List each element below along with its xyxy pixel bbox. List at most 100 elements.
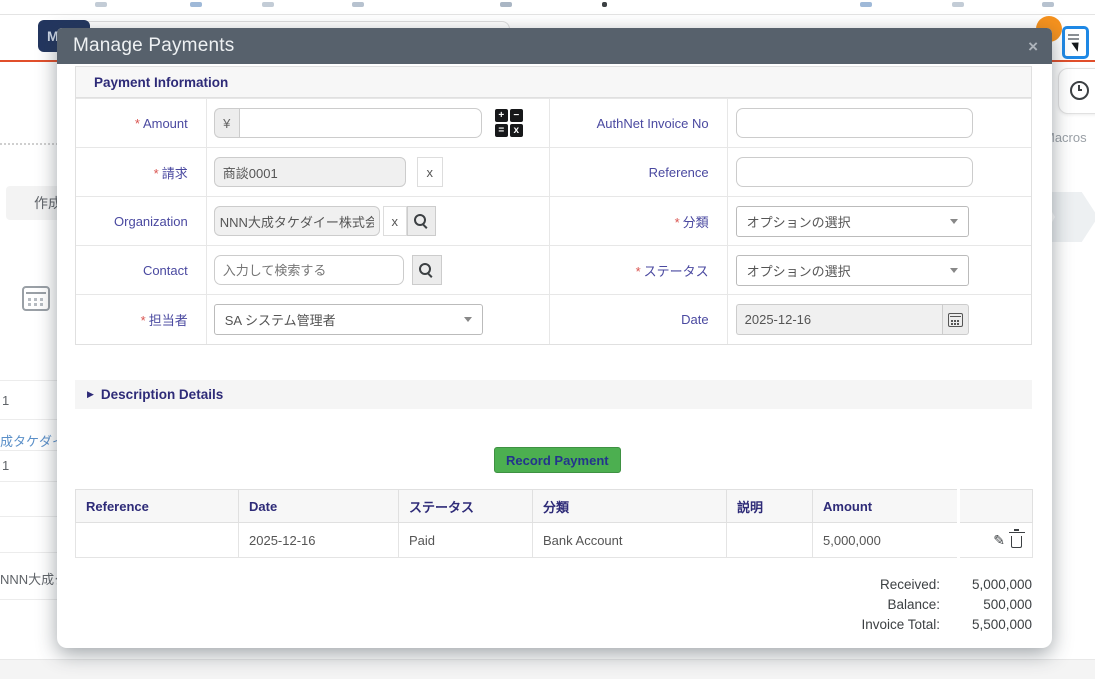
category-selected-value: オプションの選択: [747, 212, 851, 231]
cropped-toolbar-icon: [952, 2, 964, 7]
amount-label: Amount: [143, 116, 188, 131]
status-select[interactable]: オプションの選択: [736, 255, 969, 286]
form-row: Organization x *分類 オプションの選択: [76, 196, 1031, 245]
reference-label: Reference: [649, 165, 709, 180]
list-divider: [0, 481, 57, 482]
date-label-cell: Date: [549, 295, 727, 344]
invoice-label: 請求: [162, 166, 188, 181]
date-input[interactable]: [736, 304, 942, 335]
invoice-label-cell: *請求: [76, 148, 206, 196]
cropped-toolbar-icon: [352, 2, 364, 7]
col-status: ステータス: [399, 490, 533, 523]
list-divider: [0, 516, 57, 517]
required-marker: *: [135, 116, 140, 131]
cell-category: Bank Account: [533, 523, 727, 558]
invoice-clear-button[interactable]: x: [417, 157, 443, 187]
category-label: 分類: [683, 215, 709, 230]
required-marker: *: [675, 215, 680, 230]
organization-value-input[interactable]: [214, 206, 380, 236]
status-label: ステータス: [644, 264, 709, 279]
authnet-label: AuthNet Invoice No: [597, 116, 709, 131]
received-label: Received:: [880, 577, 940, 592]
list-divider: [0, 599, 57, 600]
list-divider: [0, 450, 57, 451]
category-select[interactable]: オプションの選択: [736, 206, 969, 237]
status-label-cell: *ステータス: [549, 246, 727, 294]
record-payment-button[interactable]: Record Payment: [494, 447, 621, 473]
calc-multiply: x: [510, 124, 523, 137]
payment-information-header: Payment Information: [76, 67, 1031, 98]
contact-field-cell: [206, 246, 549, 294]
invoice-value-input[interactable]: [214, 157, 406, 187]
cell-status: Paid: [399, 523, 533, 558]
sidebar-count: 1: [2, 393, 9, 408]
contact-search-input[interactable]: [214, 255, 404, 285]
col-category: 分類: [533, 490, 727, 523]
required-marker: *: [141, 313, 146, 328]
amount-label-cell: *Amount: [76, 99, 206, 147]
received-value: 5,000,000: [940, 577, 1032, 592]
sidebar-count: 1: [2, 458, 9, 473]
currency-symbol: ¥: [214, 108, 239, 138]
reference-input[interactable]: [736, 157, 973, 187]
form-row: *Amount ¥ + − = x AuthNet Invoice No: [76, 98, 1031, 147]
invoice-total-row: Invoice Total: 5,500,000: [732, 614, 1032, 634]
payments-table-header-row: Reference Date ステータス 分類 説明 Amount: [76, 490, 1033, 523]
invoice-field-cell: x: [206, 148, 549, 196]
assigned-to-select[interactable]: SA システム管理者: [214, 304, 483, 335]
amount-field-cell: ¥ + − = x: [206, 99, 549, 147]
organization-label-cell: Organization: [76, 197, 206, 245]
payments-table: Reference Date ステータス 分類 説明 Amount 2025-1…: [75, 489, 1033, 558]
cell-actions: ✎: [959, 523, 1033, 558]
organization-search-button[interactable]: [407, 206, 436, 236]
calendar-icon[interactable]: [22, 286, 50, 311]
trash-icon[interactable]: [1011, 536, 1022, 548]
clock-icon: [1070, 81, 1089, 100]
required-marker: *: [636, 264, 641, 279]
calc-equals: =: [495, 124, 508, 137]
balance-row: Balance: 500,000: [732, 594, 1032, 614]
col-reference: Reference: [76, 490, 239, 523]
chevron-down-icon: [950, 219, 958, 224]
category-field-cell: オプションの選択: [727, 197, 1031, 245]
cell-description: [727, 523, 813, 558]
balance-value: 500,000: [940, 597, 1032, 612]
amount-input[interactable]: [239, 108, 482, 138]
search-icon: [419, 263, 434, 278]
contact-label-cell: Contact: [76, 246, 206, 294]
close-icon[interactable]: ×: [1028, 38, 1038, 55]
organization-clear-button[interactable]: x: [383, 206, 407, 236]
date-label: Date: [681, 312, 708, 327]
authnet-label-cell: AuthNet Invoice No: [549, 99, 727, 147]
payment-row: 2025-12-16 Paid Bank Account 5,000,000 ✎: [76, 523, 1033, 558]
calc-minus: −: [510, 109, 523, 122]
form-row: *担当者 SA システム管理者 Date: [76, 294, 1031, 344]
cropped-toolbar-icon: [190, 2, 202, 7]
cropped-toolbar-icon: [500, 2, 512, 7]
col-date: Date: [239, 490, 399, 523]
date-picker-button[interactable]: [942, 304, 969, 335]
cell-amount: 5,000,000: [813, 523, 959, 558]
calculator-icon[interactable]: + − = x: [495, 109, 523, 137]
col-amount: Amount: [813, 490, 959, 523]
status-selected-value: オプションの選択: [747, 261, 851, 280]
organization-label: Organization: [114, 214, 188, 229]
assigned-to-field-cell: SA システム管理者: [206, 295, 549, 344]
form-row: Contact *ステータス オプションの選択: [76, 245, 1031, 294]
calendar-icon: [948, 313, 963, 327]
manage-payments-modal: Manage Payments × Payment Information *A…: [57, 28, 1052, 648]
balance-label: Balance:: [887, 597, 940, 612]
authnet-input[interactable]: [736, 108, 973, 138]
invoice-total-value: 5,500,000: [940, 617, 1032, 632]
description-details-label: Description Details: [101, 387, 223, 402]
edit-icon[interactable]: ✎: [993, 533, 1005, 547]
category-label-cell: *分類: [549, 197, 727, 245]
search-icon: [414, 214, 429, 229]
col-actions: [959, 490, 1033, 523]
list-divider: [0, 380, 57, 381]
chevron-down-icon: [950, 268, 958, 273]
received-row: Received: 5,000,000: [732, 574, 1032, 594]
description-details-toggle[interactable]: ▶ Description Details: [75, 380, 1032, 409]
contact-search-button[interactable]: [412, 255, 442, 285]
screen: M Macros 作成 1 成タケダイー 1 NNN大成タ Manage Pay…: [0, 0, 1095, 679]
